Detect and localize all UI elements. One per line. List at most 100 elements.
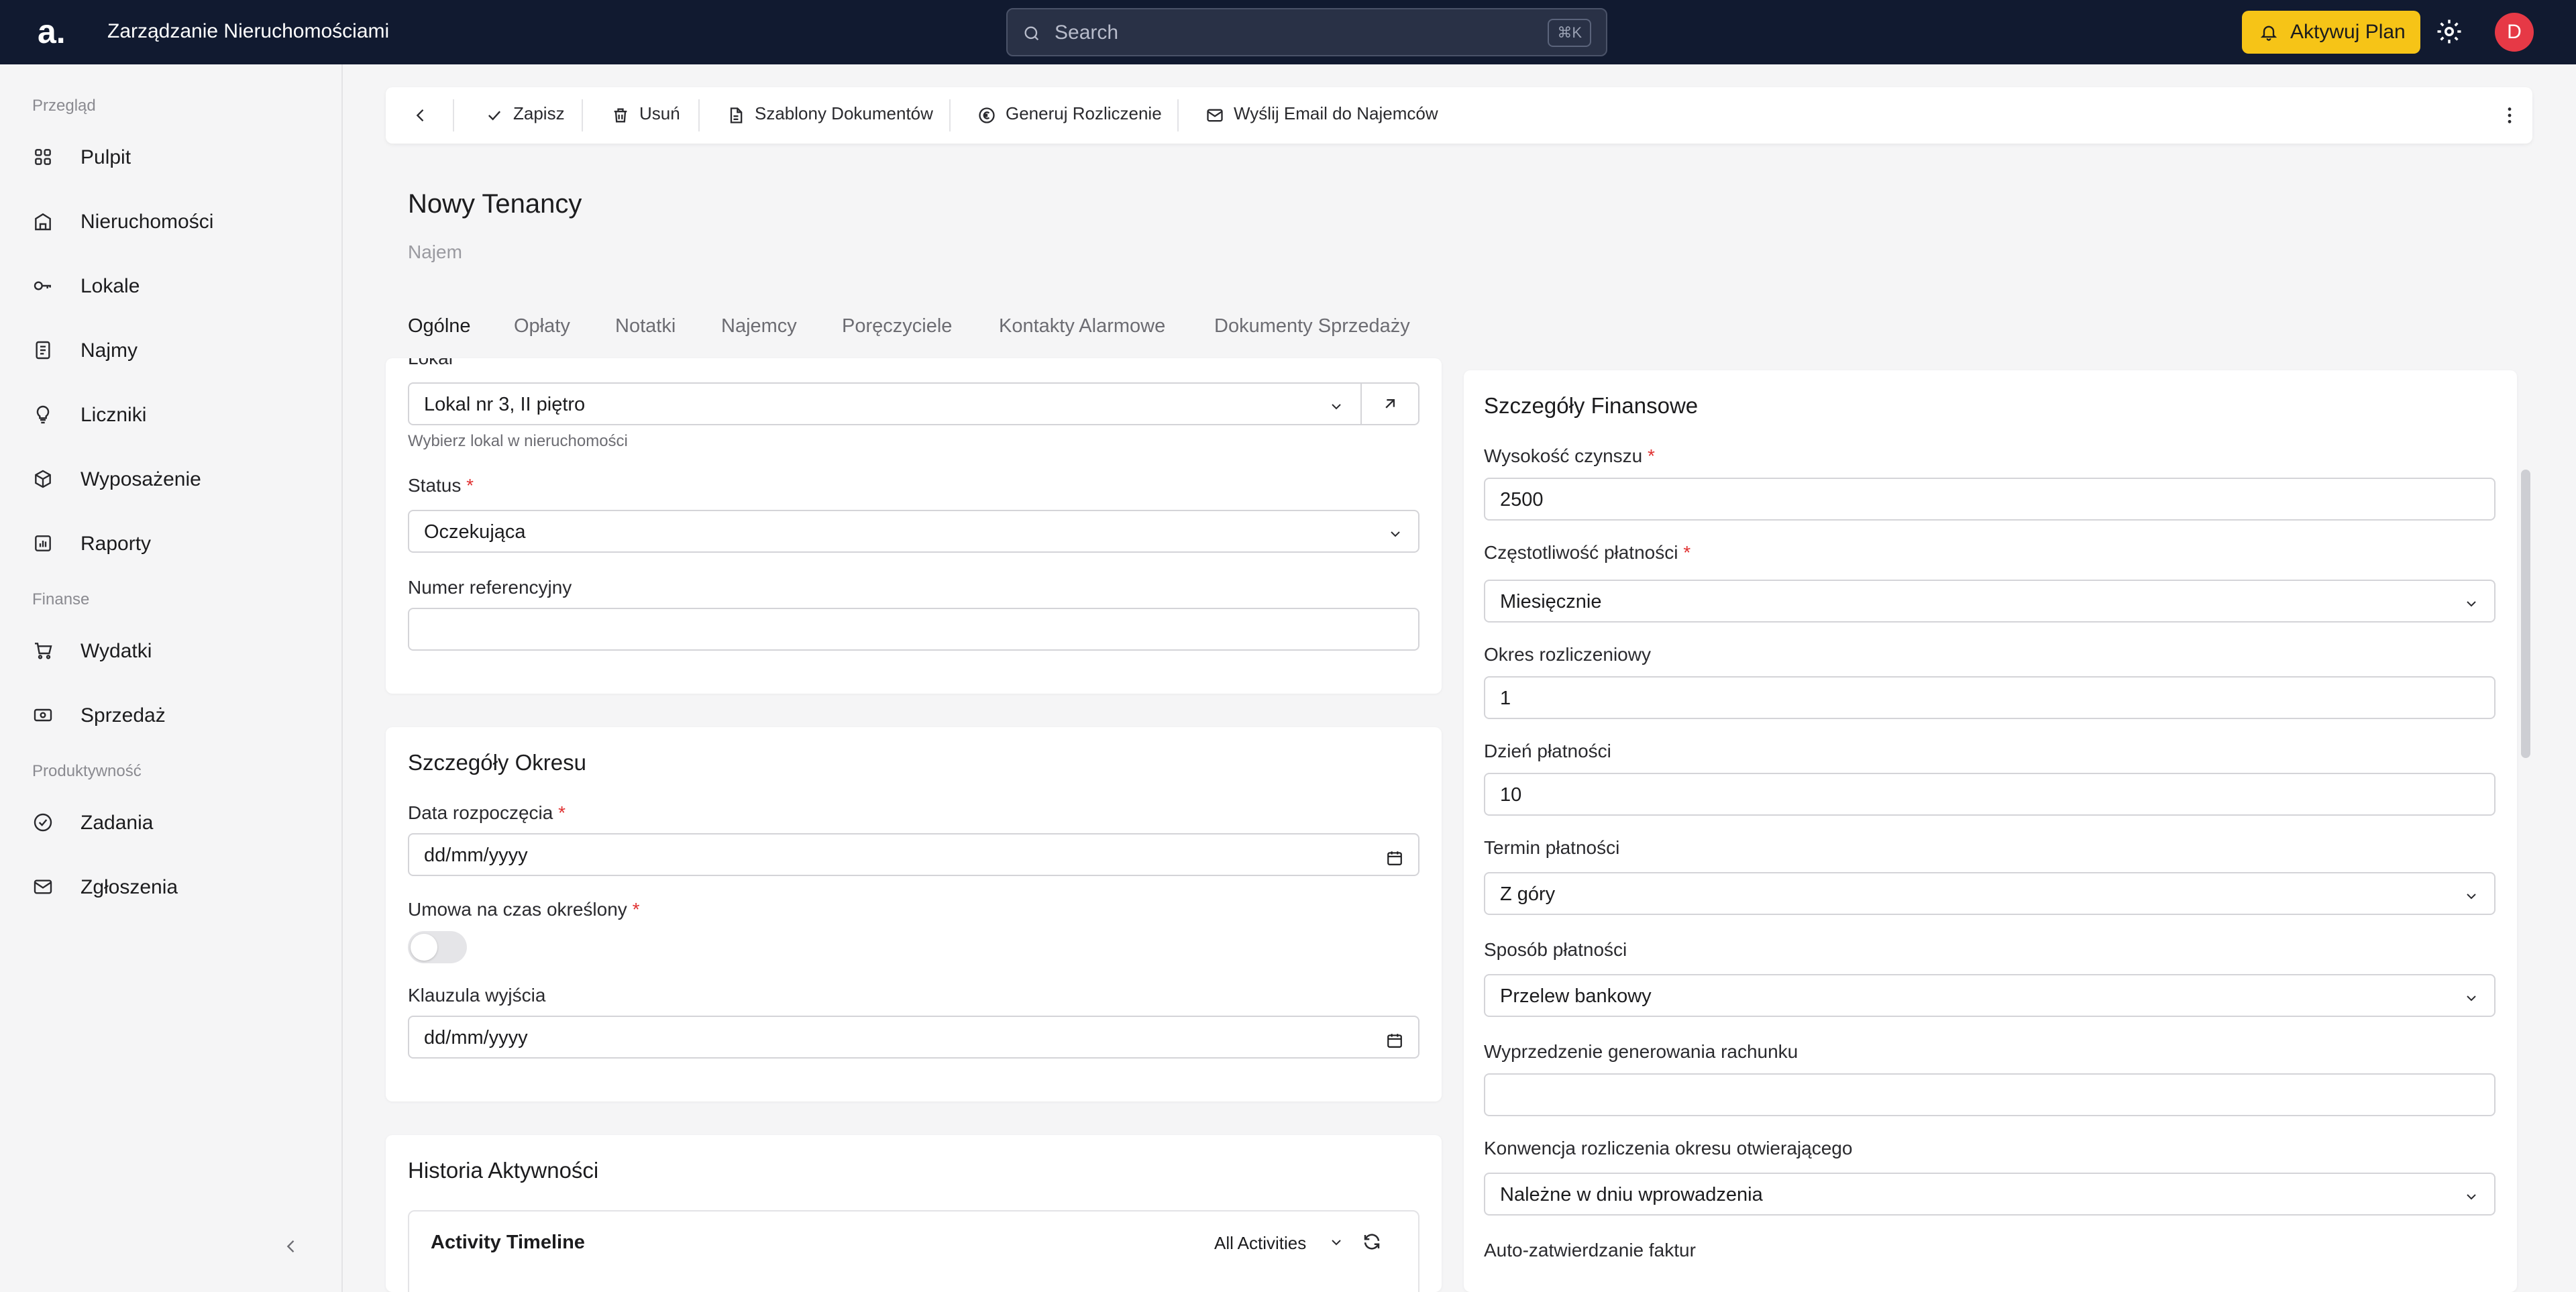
tab-kontakty-alarmowe[interactable]: Kontakty Alarmowe (999, 315, 1165, 337)
payment-method-select[interactable]: Przelew bankowy (1484, 974, 2496, 1017)
exit-clause-input[interactable]: dd/mm/yyyy (408, 1016, 1419, 1059)
start-date-value: dd/mm/yyyy (424, 845, 528, 866)
sidebar-section-overview: Przegląd (32, 97, 96, 115)
app-logo[interactable]: a. (38, 12, 66, 51)
lokal-label: Lokal * (408, 358, 466, 369)
tab-ogolne[interactable]: Ogólne (408, 315, 471, 337)
start-date-input[interactable]: dd/mm/yyyy (408, 833, 1419, 876)
payment-day-input[interactable]: 10 (1484, 773, 2496, 816)
tab-dokumenty-sprzedazy[interactable]: Dokumenty Sprzedaży (1214, 315, 1410, 337)
delete-label: Usuń (639, 103, 680, 123)
generate-settlement-label: Generuj Rozliczenie (1006, 103, 1162, 123)
payment-method-label: Sposób płatności (1484, 939, 1627, 960)
sidebar-item-zadania[interactable]: Zadania (32, 804, 314, 841)
collapse-sidebar-icon[interactable] (282, 1237, 301, 1256)
general-card: Lokal * Lokal nr 3, II piętro Wybierz lo… (386, 358, 1442, 694)
cart-icon (32, 640, 54, 661)
sidebar: Przegląd Pulpit Nieruchomości Lokale Naj… (0, 64, 343, 1292)
status-value: Oczekująca (424, 521, 526, 543)
sidebar-item-sprzedaz[interactable]: Sprzedaż (32, 696, 314, 734)
reference-number-input[interactable] (408, 608, 1419, 651)
invoice-advance-input[interactable] (1484, 1073, 2496, 1116)
sidebar-item-lokale[interactable]: Lokale (32, 267, 314, 305)
money-icon (32, 704, 54, 726)
rent-label: Wysokość czynszu * (1484, 445, 1655, 466)
sidebar-item-nieruchomosci[interactable]: Nieruchomości (32, 203, 314, 240)
payment-term-label: Termin płatności (1484, 837, 1620, 858)
rent-value: 2500 (1500, 489, 1544, 510)
start-date-label: Data rozpoczęcia * (408, 802, 566, 823)
activity-filter-select[interactable]: All Activities (1214, 1226, 1348, 1258)
sidebar-section-productivity: Produktywność (32, 762, 142, 780)
trash-icon (611, 106, 630, 125)
refresh-icon[interactable] (1362, 1232, 1382, 1252)
fixed-term-toggle[interactable] (408, 931, 467, 963)
invoice-advance-label: Wyprzedzenie generowania rachunku (1484, 1041, 1799, 1062)
rent-input[interactable]: 2500 (1484, 478, 2496, 521)
action-toolbar: Zapisz Usuń Szablony Dokumentów Generuj … (386, 87, 2532, 144)
billing-period-input[interactable]: 1 (1484, 676, 2496, 719)
activate-plan-button[interactable]: Aktywuj Plan (2242, 11, 2420, 54)
opening-period-convention-select[interactable]: Należne w dniu wprowadzenia (1484, 1173, 2496, 1216)
activity-history-card: Historia Aktywności Activity Timeline Al… (386, 1135, 1442, 1292)
check-circle-icon (32, 812, 54, 833)
page-title: Nowy Tenancy (408, 189, 582, 219)
sidebar-item-najmy[interactable]: Najmy (32, 331, 314, 369)
toolbar-divider (453, 99, 454, 131)
document-templates-label: Szablony Dokumentów (755, 103, 933, 123)
building-icon (32, 211, 54, 232)
delete-button[interactable]: Usuń (611, 87, 685, 144)
calendar-icon[interactable] (1386, 1032, 1403, 1049)
sidebar-item-pulpit[interactable]: Pulpit (32, 138, 314, 176)
payment-frequency-select[interactable]: Miesięcznie (1484, 580, 2496, 623)
chevron-down-icon (2463, 1189, 2479, 1205)
exit-clause-label: Klauzula wyjścia (408, 985, 546, 1006)
fixed-term-label: Umowa na czas określony * (408, 899, 640, 920)
check-icon (485, 106, 504, 125)
sidebar-item-wydatki[interactable]: Wydatki (32, 632, 314, 669)
external-link-icon (1381, 394, 1399, 413)
activity-timeline-panel: Activity Timeline All Activities (408, 1210, 1419, 1292)
back-button[interactable] (411, 87, 445, 144)
chevron-down-icon (1387, 526, 1403, 542)
more-vertical-icon[interactable] (2499, 105, 2520, 126)
sidebar-item-zgloszenia[interactable]: Zgłoszenia (32, 868, 314, 906)
generate-settlement-button[interactable]: Generuj Rozliczenie (977, 87, 1179, 144)
sidebar-item-label: Liczniki (80, 404, 147, 426)
sidebar-item-label: Zadania (80, 812, 154, 834)
status-select[interactable]: Oczekująca (408, 510, 1419, 553)
sidebar-item-label: Pulpit (80, 146, 131, 168)
file-icon (727, 106, 745, 125)
payment-method-value: Przelew bankowy (1500, 985, 1652, 1007)
lokal-select[interactable]: Lokal nr 3, II piętro (408, 382, 1419, 425)
payment-term-select[interactable]: Z góry (1484, 872, 2496, 915)
opening-period-convention-value: Należne w dniu wprowadzenia (1500, 1184, 1763, 1205)
billing-period-value: 1 (1500, 688, 1511, 709)
grid-icon (32, 146, 54, 168)
tab-notatki[interactable]: Notatki (615, 315, 676, 337)
avatar[interactable]: D (2495, 13, 2534, 52)
email-tenants-button[interactable]: Wyślij Email do Najemców (1205, 87, 1474, 144)
sidebar-item-wyposazenie[interactable]: Wyposażenie (32, 460, 314, 498)
lokal-hint: Wybierz lokal w nieruchomości (408, 432, 628, 450)
save-button[interactable]: Zapisz (485, 87, 572, 144)
sidebar-section-finance: Finanse (32, 590, 90, 608)
sidebar-item-liczniki[interactable]: Liczniki (32, 396, 314, 433)
open-lokal-button[interactable] (1360, 384, 1418, 424)
tab-poreczyciele[interactable]: Poręczyciele (842, 315, 952, 337)
tab-najemcy[interactable]: Najemcy (721, 315, 797, 337)
bell-icon (2259, 23, 2278, 42)
tab-oplaty[interactable]: Opłaty (514, 315, 570, 337)
document-templates-button[interactable]: Szablony Dokumentów (727, 87, 941, 144)
content-scrollbar[interactable] (2521, 470, 2530, 758)
sidebar-item-raporty[interactable]: Raporty (32, 525, 314, 562)
opening-period-convention-label: Konwencja rozliczenia okresu otwierające… (1484, 1138, 1853, 1159)
toolbar-divider (582, 99, 583, 131)
search-input[interactable]: Search ⌘K (1006, 8, 1607, 56)
period-title: Szczegóły Okresu (408, 750, 586, 775)
sidebar-item-label: Raporty (80, 533, 152, 555)
gear-icon[interactable] (2435, 17, 2463, 46)
exit-clause-value: dd/mm/yyyy (424, 1027, 528, 1048)
toggle-knob (411, 934, 437, 961)
calendar-icon[interactable] (1386, 849, 1403, 867)
